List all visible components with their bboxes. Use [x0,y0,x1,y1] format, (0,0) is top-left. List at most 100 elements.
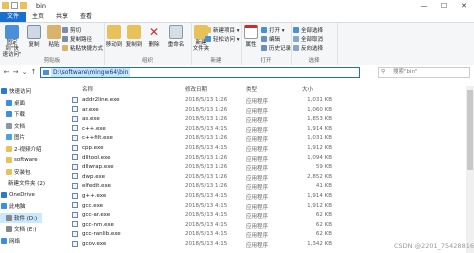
folder-icon [43,70,49,75]
file-row[interactable]: gcc-nm.exe 2018/5/13 4:15 应用程序 62 KB [60,220,474,230]
file-row[interactable]: gcc.exe 2018/5/13 4:15 应用程序 1,912 KB [60,201,474,211]
file-name: addr2line.exe [82,97,120,103]
delete-button[interactable]: ✕ 删除 [144,25,164,48]
nav-item[interactable]: 安装包 [0,167,42,177]
clipboard-group: 固定到"快 速访问" 复制 粘贴 剪切 复制路径 粘贴快捷方式 剪贴板 [0,23,105,65]
file-row[interactable]: dlltool.exe 2018/5/13 1:26 应用程序 1,094 KB [60,153,474,163]
copy-button[interactable]: 复制 [24,25,44,48]
nav-item-label: 图片 [14,135,26,141]
file-name: elfedit.exe [82,183,111,190]
ribbon-tabs: 文件 主页 共享 查看 [0,12,474,22]
nav-item-label: 桌面 [14,100,26,107]
file-date: 2018/5/13 4:15 [185,202,228,209]
picture-icon [6,134,12,140]
tab-file[interactable]: 文件 [0,12,27,22]
application-icon [72,96,78,103]
file-row[interactable]: dwp.exe 2018/5/13 1:26 应用程序 2,852 KB [60,172,474,182]
paste-shortcut-button[interactable]: 粘贴快捷方式 [62,44,103,52]
cut-button[interactable]: 剪切 [62,26,81,34]
nav-item[interactable]: 文档 [0,121,42,131]
nav-item[interactable]: 软件 (D:) [0,212,42,223]
nav-item[interactable]: software [0,155,42,165]
close-button[interactable]: ✕ [454,0,474,12]
application-icon [72,163,78,170]
easy-access-icon [205,36,211,42]
search-placeholder[interactable]: 搜索"bin" [393,68,418,77]
file-row[interactable]: cpp.exe 2018/5/13 4:15 应用程序 1,912 KB [60,143,474,153]
tab-share[interactable]: 共享 [50,12,74,22]
up-button[interactable]: ↑ [29,67,38,77]
paste-shortcut-icon [62,45,68,51]
nav-item[interactable]: 新建文件夹 (2) [0,178,45,188]
file-name: as.exe [82,116,100,123]
move-to-button[interactable]: 移动到 [104,25,124,48]
paste-button[interactable]: 粘贴 [44,25,64,48]
file-name: gcc-ranlib.exe [82,231,121,238]
maximize-button[interactable]: ☐ [434,0,454,12]
file-row[interactable]: addr2line.exe 2018/5/13 1:26 应用程序 1,031 KB [60,95,474,105]
properties-button[interactable]: 属性 [241,25,261,48]
nav-item[interactable]: 此电脑 [0,201,42,211]
history-button[interactable]: 历史记录 [261,44,291,52]
new-item-icon [205,27,211,33]
edit-button[interactable]: 编辑 [261,35,280,43]
column-name[interactable]: 名称 [82,85,93,93]
file-name: ar.exe [82,106,99,113]
nav-item[interactable]: 图片 [0,132,42,142]
file-size: 59 KB [315,164,332,171]
file-size: 1,853 KB [307,116,332,123]
properties-icon[interactable] [11,2,18,9]
vertical-scrollbar[interactable] [466,86,474,253]
application-icon [72,115,78,122]
file-row[interactable]: gcc-ar.exe 2018/5/13 4:15 应用程序 62 KB [60,210,474,220]
nav-item[interactable]: 文档 (E:) [0,224,42,234]
nav-item[interactable]: 网络 [0,236,42,246]
recent-locations-button[interactable]: ⌄ [20,67,29,77]
folder-icon [6,145,12,152]
copy-path-button[interactable]: 复制路径 [62,35,92,43]
application-icon [72,134,78,141]
select-none-button[interactable]: 全部取消 [293,35,323,43]
easy-access-button[interactable]: 轻松访问 ▾ [205,35,240,43]
network-icon [1,237,7,244]
file-row[interactable]: dllwrap.exe 2018/5/13 1:26 应用程序 59 KB [60,162,474,172]
new-group: 新建 文件夹 新建项目 ▾ 轻松访问 ▾ 新建 [191,23,242,65]
history-icon [261,45,267,51]
back-button[interactable]: ← [2,67,11,77]
column-date[interactable]: 修改日期 [185,85,207,93]
column-size[interactable]: 大小 [302,85,313,93]
file-row[interactable]: c++filt.exe 2018/5/13 1:26 应用程序 1,031 KB [60,133,474,143]
nav-item[interactable]: 快速访问 [0,86,42,96]
new-folder-icon[interactable] [20,2,27,9]
file-size: 1,060 KB [307,106,332,113]
file-row[interactable]: g++.exe 2018/5/13 4:15 应用程序 1,914 KB [60,191,474,201]
open-group: 属性 打开 ▾ 编辑 历史记录 打开 [241,23,292,65]
search-box[interactable]: ⚲ 搜索"bin" [378,67,470,78]
tab-home[interactable]: 主页 [26,12,50,22]
invert-selection-button[interactable]: 反向选择 [293,44,323,52]
address-path[interactable]: D:\software\mingw64\bin [51,68,131,77]
copy-to-button[interactable]: 复制到 [124,25,144,48]
nav-item[interactable]: 下载 [0,109,42,119]
select-all-button[interactable]: 全部选择 [293,26,323,34]
minimize-button[interactable]: — [414,0,434,12]
open-button[interactable]: 打开 ▾ [261,26,285,34]
scrollbar-thumb[interactable] [467,90,473,170]
open-icon [261,27,267,33]
new-item-button[interactable]: 新建项目 ▾ [205,26,240,34]
forward-button[interactable]: → [11,67,20,77]
application-icon [72,230,78,237]
nav-item[interactable]: 桌面 [0,98,42,108]
file-row[interactable]: ar.exe 2018/5/13 1:26 应用程序 1,060 KB [60,105,474,115]
column-type[interactable]: 类型 [246,85,257,93]
nav-item[interactable]: 2-视频介绍 [0,144,42,154]
rename-button[interactable]: 重命名 [166,25,186,48]
tab-view[interactable]: 查看 [74,12,98,22]
file-row[interactable]: as.exe 2018/5/13 1:26 应用程序 1,853 KB [60,114,474,124]
address-bar[interactable]: D:\software\mingw64\bin [40,67,360,78]
nav-item[interactable]: OneDrive [0,190,42,200]
file-row[interactable]: gcc-ranlib.exe 2018/5/13 4:15 应用程序 62 KB [60,229,474,239]
file-row[interactable]: elfedit.exe 2018/5/13 1:26 应用程序 41 KB [60,181,474,191]
pin-quick-access-button[interactable]: 固定到"快 速访问" [2,25,22,58]
file-row[interactable]: c++.exe 2018/5/13 4:15 应用程序 1,914 KB [60,124,474,134]
